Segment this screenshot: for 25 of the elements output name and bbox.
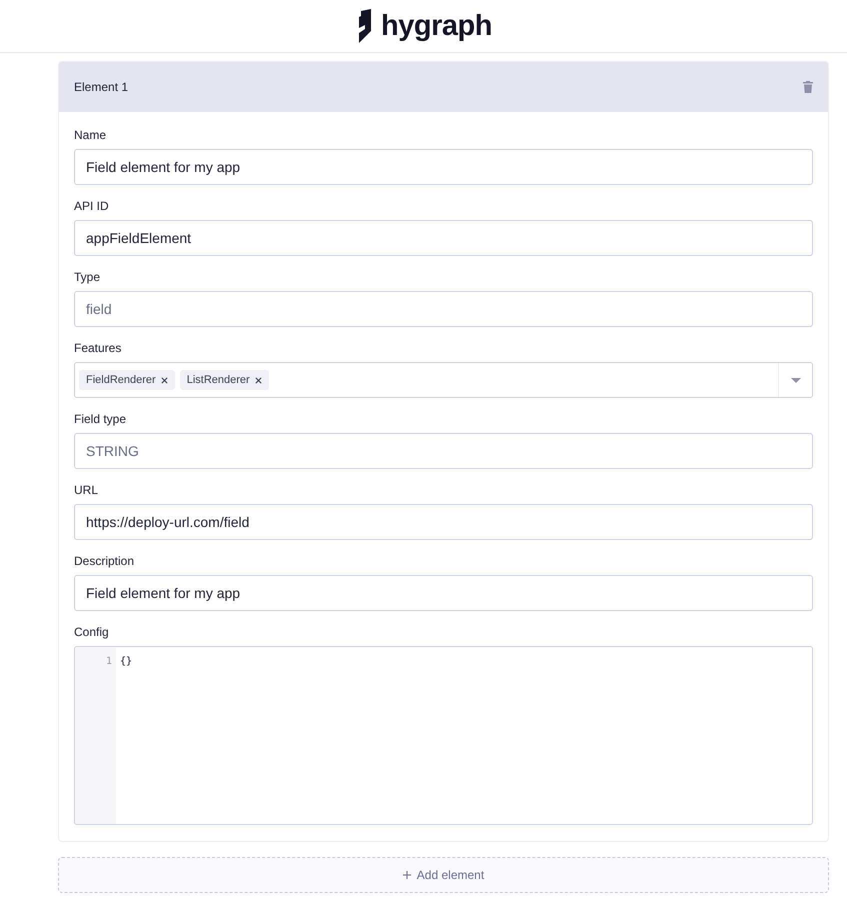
text-field[interactable]: Field element for my app: [74, 149, 813, 185]
close-icon[interactable]: [160, 376, 168, 384]
text-field[interactable]: appFieldElement: [74, 220, 813, 256]
dropdown-caret-icon[interactable]: [790, 378, 800, 382]
field-label: Name: [74, 128, 108, 142]
field-label: Field type: [74, 412, 128, 426]
card-title: Element 1: [74, 79, 128, 96]
code-editor[interactable]: 1 {}: [74, 646, 813, 825]
line-number: 1: [106, 655, 112, 669]
field-label: Type: [74, 270, 102, 284]
field-label: Description: [74, 554, 136, 568]
feature-tag: FieldRenderer: [79, 370, 175, 390]
text-field[interactable]: Field element for my app: [74, 575, 813, 611]
code-line: {}: [120, 655, 134, 669]
close-icon[interactable]: [254, 376, 262, 384]
field-label: Config: [74, 625, 110, 639]
feature-tag: ListRenderer: [180, 370, 269, 390]
field-label: API ID: [74, 199, 110, 213]
field-label: Features: [74, 341, 122, 355]
plus-icon: [402, 871, 411, 879]
add-element-button[interactable]: Add element: [58, 857, 829, 893]
field-label: URL: [74, 483, 100, 497]
logo-text: hygraph: [381, 12, 492, 40]
multiselect-field[interactable]: FieldRenderer ListRenderer: [74, 362, 813, 398]
text-field[interactable]: https://deploy-url.com/field: [74, 504, 813, 540]
